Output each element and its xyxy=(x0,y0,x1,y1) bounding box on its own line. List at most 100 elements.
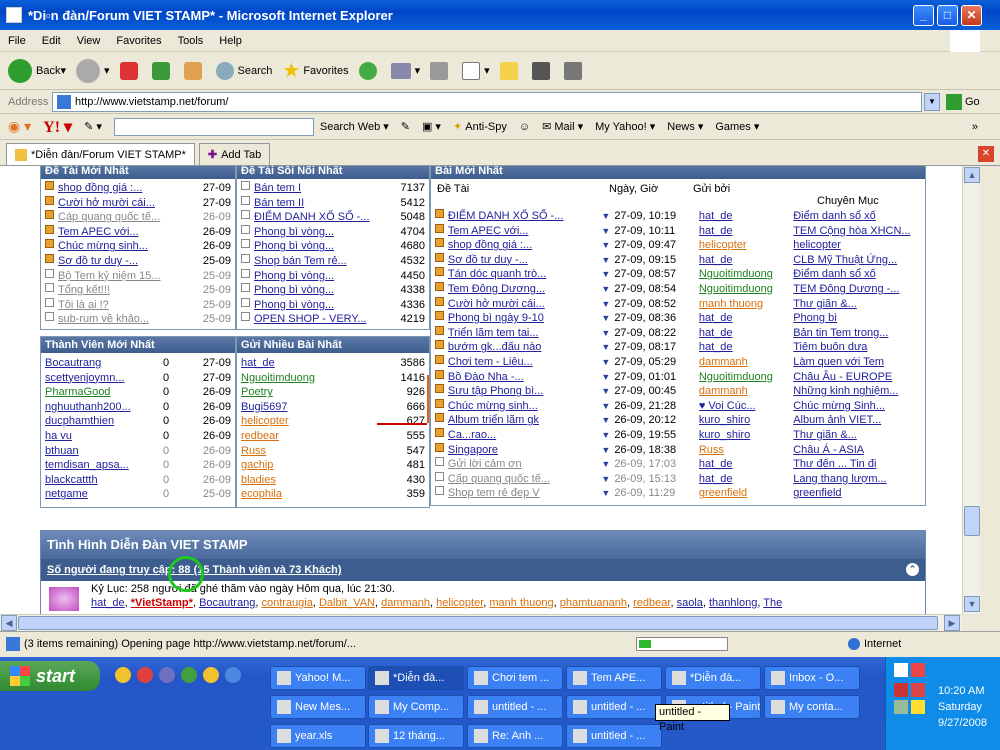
go-to-last-post-icon[interactable]: ▼ xyxy=(601,209,610,224)
author-link[interactable]: Nguoitimduong xyxy=(699,282,793,297)
topic-link[interactable]: Bán tem I xyxy=(254,181,382,196)
member-link[interactable]: scettyenjoymn... xyxy=(45,371,163,386)
tray-icon[interactable] xyxy=(911,683,925,697)
forum-link[interactable]: Chúc mừng Sinh... xyxy=(793,399,921,414)
home-button[interactable] xyxy=(183,61,206,80)
history-button[interactable] xyxy=(358,61,381,80)
collapse-icon[interactable]: ⌃ xyxy=(906,563,919,576)
taskbar-button[interactable]: untitled - ... xyxy=(467,695,563,719)
author-link[interactable]: hat_de xyxy=(699,457,793,472)
go-to-last-post-icon[interactable]: ▼ xyxy=(601,370,610,385)
k-button[interactable] xyxy=(531,61,554,80)
pencil-icon[interactable]: ✎ ▾ xyxy=(84,120,102,133)
go-to-last-post-icon[interactable]: ▼ xyxy=(601,267,610,282)
topic-link[interactable]: Sơ đồ tư duy -... xyxy=(448,253,592,268)
favorites-button[interactable]: ★ Favorites xyxy=(282,58,348,83)
horizontal-scrollbar[interactable]: ◀ ▶ xyxy=(0,614,962,631)
clock-time[interactable]: 10:20 AM xyxy=(938,683,987,699)
forum-link[interactable]: Điểm danh sổ xố xyxy=(793,209,921,224)
online-user-link[interactable]: *VietStamp* xyxy=(131,597,193,609)
taskbar-button[interactable]: *Diễn đà... xyxy=(665,666,761,690)
smiley-icon[interactable] xyxy=(203,667,219,683)
member-link[interactable]: temdisan_apsa... xyxy=(45,458,163,473)
close-button[interactable]: ✕ xyxy=(961,5,982,26)
scroll-right-arrow[interactable]: ▶ xyxy=(944,615,960,631)
online-user-link[interactable]: phamtuananh xyxy=(560,597,627,609)
topic-link[interactable]: Chúc mừng sinh... xyxy=(58,239,194,254)
topic-link[interactable]: Cấp quang quốc tế... xyxy=(448,472,592,487)
author-link[interactable]: greenfield xyxy=(699,486,793,501)
topic-link[interactable]: Cáp quang quốc tế... xyxy=(58,210,194,225)
forum-link[interactable]: Châu Âu - EUROPE xyxy=(793,370,921,385)
member-link[interactable]: Bocautrang xyxy=(45,356,163,371)
taskbar-button[interactable]: New Mes... xyxy=(270,695,366,719)
forum-link[interactable]: Thư giãn &... xyxy=(793,428,921,443)
topic-link[interactable]: Ca...rao... xyxy=(448,428,592,443)
topic-link[interactable]: Phong bì vòng... xyxy=(254,225,382,240)
online-user-link[interactable]: saola xyxy=(677,597,703,609)
member-link[interactable]: Russ xyxy=(241,444,361,459)
forward-button[interactable]: ▾ xyxy=(76,58,110,83)
topic-link[interactable]: bướm gk...đấu nào xyxy=(448,340,592,355)
menu-file[interactable]: File xyxy=(0,35,34,47)
address-input[interactable]: http://www.vietstamp.net/forum/ xyxy=(52,91,922,112)
minimize-button[interactable]: _ xyxy=(913,5,934,26)
topic-link[interactable]: OPEN SHOP - VERY... xyxy=(254,312,382,327)
go-to-last-post-icon[interactable]: ▼ xyxy=(601,443,610,458)
author-link[interactable]: Russ xyxy=(699,443,793,458)
member-link[interactable]: PharmaGood xyxy=(45,385,163,400)
tab-forum[interactable]: *Diễn đàn/Forum VIET STAMP* xyxy=(6,143,195,165)
go-to-last-post-icon[interactable]: ▼ xyxy=(601,311,610,326)
mail-button[interactable]: ▾ xyxy=(390,62,420,79)
topic-link[interactable]: shop đồng giá :... xyxy=(448,238,592,253)
online-user-link[interactable]: hat_de xyxy=(91,597,125,609)
tools-button[interactable] xyxy=(563,61,586,80)
go-to-last-post-icon[interactable]: ▼ xyxy=(601,340,610,355)
note-button[interactable] xyxy=(499,61,522,80)
member-link[interactable]: gachip xyxy=(241,458,361,473)
author-link[interactable]: dammanh xyxy=(699,384,793,399)
forum-link[interactable]: Album ảnh VIET... xyxy=(793,413,921,428)
online-user-link[interactable]: contraugia xyxy=(261,597,312,609)
topic-link[interactable]: ĐIỂM DANH XỔ SỐ -... xyxy=(448,209,592,224)
ie-icon[interactable] xyxy=(225,667,241,683)
topic-link[interactable]: sub-rum về khảo... xyxy=(58,312,194,327)
online-user-link[interactable]: The xyxy=(763,597,782,609)
taskbar-button[interactable]: 12 tháng... xyxy=(368,724,464,748)
forum-link[interactable]: Thư đến ... Tin đi xyxy=(793,457,921,472)
member-link[interactable]: Bugi5697 xyxy=(241,400,361,415)
search-web-button[interactable]: Search Web ▾ xyxy=(320,120,389,134)
topic-link[interactable]: Sơ đồ tư duy -... xyxy=(58,254,194,269)
h-scroll-thumb[interactable] xyxy=(18,616,938,630)
mail-button[interactable]: ✉ Mail ▾ xyxy=(542,120,583,134)
yahoo-logo[interactable]: Y! ▾ xyxy=(43,117,72,137)
author-link[interactable]: hat_de xyxy=(699,224,793,239)
games-button[interactable]: Games ▾ xyxy=(715,120,759,134)
forum-link[interactable]: greenfield xyxy=(793,486,921,501)
topic-link[interactable]: Chúc mừng sinh... xyxy=(448,399,592,414)
online-user-link[interactable]: helicopter xyxy=(436,597,483,609)
highlight-icon[interactable]: ✎ xyxy=(401,120,410,133)
forum-link[interactable]: Những kinh nghiệm... xyxy=(793,384,921,399)
stop-button[interactable] xyxy=(119,61,142,80)
tray-icon[interactable] xyxy=(894,700,908,714)
forum-link[interactable]: Bản tin Tem trong... xyxy=(793,326,921,341)
menu-view[interactable]: View xyxy=(69,35,109,47)
news-button[interactable]: News ▾ xyxy=(667,120,703,134)
taskbar-button[interactable]: untitled - ... xyxy=(566,695,662,719)
go-to-last-post-icon[interactable]: ▼ xyxy=(601,472,610,487)
topic-link[interactable]: Cười hở mười cái... xyxy=(448,297,592,312)
topic-link[interactable]: Phong bì vòng... xyxy=(254,283,382,298)
forum-link[interactable]: TEM Đông Dương -... xyxy=(793,282,921,297)
go-button[interactable]: Go xyxy=(946,93,980,110)
menu-tools[interactable]: Tools xyxy=(170,35,212,47)
go-to-last-post-icon[interactable]: ▼ xyxy=(601,399,610,414)
forum-link[interactable]: Lang thang lượm... xyxy=(793,472,921,487)
taskbar-button[interactable]: Re: Anh ... xyxy=(467,724,563,748)
author-link[interactable]: manh thuong xyxy=(699,297,793,312)
topic-link[interactable]: Gửi lời cảm ơn xyxy=(448,457,592,472)
member-link[interactable]: redbear xyxy=(241,429,361,444)
tray-icon[interactable] xyxy=(911,663,925,677)
go-to-last-post-icon[interactable]: ▼ xyxy=(601,282,610,297)
online-user-link[interactable]: Dalbit_VAN xyxy=(319,597,375,609)
